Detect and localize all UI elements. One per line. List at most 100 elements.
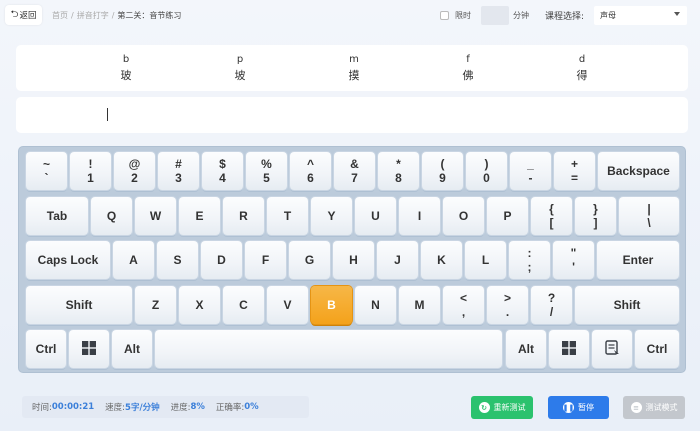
key-6[interactable]: ^ 6 (290, 152, 331, 190)
key-main-char: 5 (263, 171, 270, 185)
key-main-char: = (570, 171, 578, 185)
key-shift-char: ^ (306, 157, 314, 171)
key-n[interactable]: N (355, 286, 396, 324)
key-symbol[interactable]: _ - (510, 152, 551, 190)
key-alt[interactable]: Alt (112, 330, 152, 368)
key-symbol[interactable]: }] (575, 197, 616, 235)
back-button[interactable]: ⮌ 返回 (5, 5, 42, 25)
syllable-pinyin: d (578, 54, 586, 65)
accuracy-label: 正确率: (215, 403, 245, 413)
key-q[interactable]: Q (91, 197, 132, 235)
timed-checkbox[interactable] (440, 11, 449, 20)
key-c[interactable]: C (223, 286, 264, 324)
key-3[interactable]: #3 (158, 152, 199, 190)
key-space[interactable] (155, 330, 502, 368)
key-shift-char: $ (219, 157, 226, 171)
key-0[interactable]: ) 0 (466, 152, 507, 190)
key-main-char: 0 (483, 171, 490, 185)
minutes-unit-label: 分钟 (513, 11, 529, 20)
key-z[interactable]: Z (135, 286, 176, 324)
breadcrumb-pinyin[interactable]: 拼音打字 (77, 11, 109, 20)
key-o[interactable]: O (443, 197, 484, 235)
key-2[interactable]: @2 (114, 152, 155, 190)
key-symbol[interactable]: ~ ` (26, 152, 67, 190)
syllable-panel: b玻 p坡 m摸 f佛 d得 (16, 45, 688, 91)
test-mode-label: 测试模式 (645, 403, 678, 412)
key-m[interactable]: M (399, 286, 440, 324)
key-symbol[interactable]: | \ (619, 197, 679, 235)
key-tab[interactable]: Tab (26, 197, 88, 235)
key-symbol[interactable]: >. (487, 286, 528, 324)
chevron-down-icon (674, 12, 680, 16)
key-1[interactable]: ! 1 (70, 152, 111, 190)
key-k[interactable]: K (421, 241, 462, 279)
key-windows[interactable] (69, 330, 109, 368)
key-s[interactable]: S (157, 241, 198, 279)
typing-input[interactable] (16, 97, 688, 133)
key-symbol[interactable]: :; (509, 241, 550, 279)
key-a[interactable]: A (113, 241, 154, 279)
key-shift-char: ! (88, 157, 93, 171)
key-p[interactable]: P (487, 197, 528, 235)
key-shift-char: < (459, 291, 467, 305)
list-icon: ≡ (630, 402, 642, 413)
key-symbol[interactable]: ? / (531, 286, 572, 324)
breadcrumb-home[interactable]: 首页 (52, 11, 68, 20)
key-shift-char: # (175, 157, 182, 171)
key-shift[interactable]: Shift (26, 286, 132, 324)
key-symbol[interactable]: <, (443, 286, 484, 324)
key-w[interactable]: W (135, 197, 176, 235)
key-i[interactable]: I (399, 197, 440, 235)
key-symbol[interactable]: " ' (553, 241, 594, 279)
key-shift-char: > (503, 291, 511, 305)
key-symbol[interactable]: {[ (531, 197, 572, 235)
key-5[interactable]: % 5 (246, 152, 287, 190)
pause-label: 暂停 (578, 403, 594, 412)
course-select-value: 声母 (600, 11, 616, 20)
key-shift-char: * (396, 157, 401, 171)
key-ctrl[interactable]: Ctrl (26, 330, 66, 368)
key-h[interactable]: H (333, 241, 374, 279)
key-caps-lock[interactable]: Caps Lock (26, 241, 110, 279)
key-8[interactable]: * 8 (378, 152, 419, 190)
key-u[interactable]: U (355, 197, 396, 235)
timed-toggle[interactable]: 限时 (440, 10, 471, 21)
course-select[interactable]: 声母 (594, 6, 687, 25)
key-4[interactable]: $4 (202, 152, 243, 190)
key-l[interactable]: L (465, 241, 506, 279)
pause-button[interactable]: ❚❚ 暂停 (548, 396, 609, 419)
key-y[interactable]: Y (311, 197, 352, 235)
key-j[interactable]: J (377, 241, 418, 279)
key-g[interactable]: G (289, 241, 330, 279)
key-t[interactable]: T (267, 197, 308, 235)
key-v[interactable]: V (267, 286, 308, 324)
key-ctrl[interactable]: Ctrl (635, 330, 679, 368)
syllable-hanzi: 坡 (234, 69, 246, 82)
key-7[interactable]: & 7 (334, 152, 375, 190)
key-symbol[interactable]: + = (554, 152, 595, 190)
key-x[interactable]: X (179, 286, 220, 324)
key-alt[interactable]: Alt (506, 330, 546, 368)
key-e[interactable]: E (179, 197, 220, 235)
key-r[interactable]: R (223, 197, 264, 235)
refresh-icon: ↻ (478, 402, 490, 413)
minutes-input[interactable] (481, 6, 509, 25)
key-f[interactable]: F (245, 241, 286, 279)
key-9[interactable]: (9 (422, 152, 463, 190)
key-main-char: 6 (307, 171, 314, 185)
key-d[interactable]: D (201, 241, 242, 279)
time-value: 00:00:21 (51, 402, 95, 412)
key-shift-char: ) (484, 157, 489, 171)
top-bar: ⮌ 返回 首页 / 拼音打字 / 第二关：音节练习 限时 分钟 课程选择: 声母 (0, 0, 700, 32)
key-menu[interactable] (592, 330, 632, 368)
key-shift[interactable]: Shift (575, 286, 679, 324)
restart-button[interactable]: ↻ 重新测试 (471, 396, 533, 419)
key-windows[interactable] (549, 330, 589, 368)
speed-value: 5字/分钟 (125, 403, 160, 413)
key-backspace[interactable]: Backspace (598, 152, 679, 190)
key-enter[interactable]: Enter (597, 241, 679, 279)
test-mode-button[interactable]: ≡ 测试模式 (623, 396, 685, 419)
key-shift-char: @ (128, 157, 141, 171)
key-b[interactable]: B (311, 286, 352, 324)
key-main-char: , (461, 305, 466, 319)
